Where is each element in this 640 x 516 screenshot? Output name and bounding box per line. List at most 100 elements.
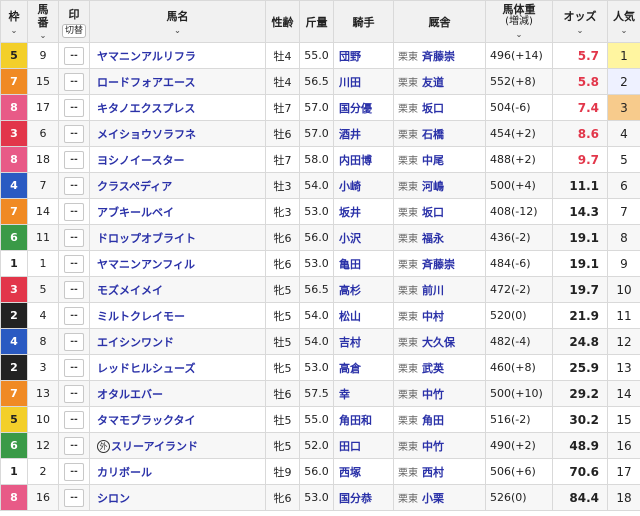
mark-button[interactable]: -- (64, 332, 84, 351)
horse-name[interactable]: メイショウソラフネ (97, 128, 196, 141)
trainer-link[interactable]: 中竹 (422, 440, 444, 453)
horse-name-link[interactable]: ヤマニンアンフィル (89, 250, 266, 277)
trainer-link[interactable]: 中村 (422, 310, 444, 323)
jockey-link[interactable]: 高杉 (333, 276, 394, 303)
horse-name-link[interactable]: ヤマニンアルリフラ (89, 42, 266, 69)
horse-name[interactable]: タマモブラックタイ (97, 414, 196, 427)
horse-name[interactable]: オタルエバー (97, 388, 163, 401)
horse-name-link[interactable]: キタノエクスプレス (89, 94, 266, 121)
horse-name-link[interactable]: ヨシノイースター (89, 146, 266, 173)
header-body-weight[interactable]: 馬体重 (増減) ⌄ (485, 0, 553, 43)
mark-button[interactable]: -- (64, 488, 84, 507)
mark-button[interactable]: -- (64, 176, 84, 195)
horse-name[interactable]: モズメイメイ (97, 284, 163, 297)
jockey-link[interactable]: 小沢 (333, 224, 394, 251)
horse-name[interactable]: シロン (97, 492, 130, 505)
trainer-link[interactable]: 坂口 (422, 102, 444, 115)
horse-name-link[interactable]: モズメイメイ (89, 276, 266, 303)
jockey-link[interactable]: 川田 (333, 68, 394, 95)
horse-name-link[interactable]: シロン (89, 484, 266, 511)
trainer-link[interactable]: 前川 (422, 284, 444, 297)
jockey-link[interactable]: 国分恭 (333, 484, 394, 511)
horse-name-link[interactable]: オタルエバー (89, 380, 266, 407)
horse-name[interactable]: ドロップオブライト (97, 232, 196, 245)
horse-name[interactable]: ミルトクレイモー (97, 310, 185, 323)
jockey-link[interactable]: 内田博 (333, 146, 394, 173)
jockey-link[interactable]: 田口 (333, 432, 394, 459)
trainer-link[interactable]: 小栗 (422, 492, 444, 505)
horse-name-link[interactable]: エイシンワンド (89, 328, 266, 355)
jockey-link[interactable]: 吉村 (333, 328, 394, 355)
horse-name-link[interactable]: クラスペディア (89, 172, 266, 199)
mark-button[interactable]: -- (64, 306, 84, 325)
mark-button[interactable]: -- (64, 436, 84, 455)
chevron-down-icon[interactable]: ⌄ (554, 26, 607, 36)
trainer-link[interactable]: 河嶋 (422, 180, 444, 193)
jockey-link[interactable]: 高倉 (333, 354, 394, 381)
jockey-link[interactable]: 松山 (333, 302, 394, 329)
chevron-down-icon[interactable]: ⌄ (487, 30, 552, 40)
horse-name-link[interactable]: タマモブラックタイ (89, 406, 266, 433)
horse-name-link[interactable]: 外スリーアイランド (89, 432, 266, 459)
mark-button[interactable]: -- (64, 98, 84, 117)
mark-button[interactable]: -- (64, 254, 84, 273)
horse-name-link[interactable]: ドロップオブライト (89, 224, 266, 251)
header-horse-name[interactable]: 馬名 ⌄ (89, 0, 266, 43)
trainer-link[interactable]: 石橋 (422, 128, 444, 141)
mark-button[interactable]: -- (64, 410, 84, 429)
trainer-link[interactable]: 福永 (422, 232, 444, 245)
trainer-link[interactable]: 友道 (422, 76, 444, 89)
mark-button[interactable]: -- (64, 280, 84, 299)
mark-button[interactable]: -- (64, 228, 84, 247)
jockey-link[interactable]: 小崎 (333, 172, 394, 199)
header-odds[interactable]: オッズ ⌄ (552, 0, 608, 43)
horse-name-link[interactable]: メイショウソラフネ (89, 120, 266, 147)
chevron-down-icon[interactable]: ⌄ (91, 26, 265, 36)
mark-button[interactable]: -- (64, 72, 84, 91)
jockey-link[interactable]: 坂井 (333, 198, 394, 225)
horse-name[interactable]: カリボール (97, 466, 152, 479)
horse-name-link[interactable]: ミルトクレイモー (89, 302, 266, 329)
header-umaban[interactable]: 馬番 ⌄ (27, 0, 59, 43)
jockey-link[interactable]: 団野 (333, 42, 394, 69)
trainer-link[interactable]: 斉藤崇 (422, 50, 455, 63)
mark-button[interactable]: -- (64, 462, 84, 481)
trainer-link[interactable]: 坂口 (422, 206, 444, 219)
jockey-link[interactable]: 角田和 (333, 406, 394, 433)
chevron-down-icon[interactable]: ⌄ (2, 26, 27, 36)
horse-name[interactable]: レッドヒルシューズ (97, 362, 195, 375)
trainer-link[interactable]: 中尾 (422, 154, 444, 167)
jockey-link[interactable]: 国分優 (333, 94, 394, 121)
horse-name[interactable]: ヤマニンアンフィル (97, 258, 195, 271)
horse-name-link[interactable]: カリボール (89, 458, 266, 485)
trainer-link[interactable]: 大久保 (422, 336, 455, 349)
trainer-link[interactable]: 斉藤崇 (422, 258, 455, 271)
chevron-down-icon[interactable]: ⌄ (609, 26, 640, 36)
horse-name-link[interactable]: ロードフォアエース (89, 68, 266, 95)
mark-button[interactable]: -- (64, 358, 84, 377)
horse-name-link[interactable]: アブキールベイ (89, 198, 266, 225)
horse-name[interactable]: スリーアイランド (111, 440, 198, 453)
horse-name[interactable]: ロードフォアエース (97, 76, 195, 89)
horse-name[interactable]: クラスペディア (97, 180, 172, 193)
header-popularity[interactable]: 人気 ⌄ (607, 0, 640, 43)
trainer-link[interactable]: 武英 (422, 362, 444, 375)
trainer-link[interactable]: 角田 (422, 414, 444, 427)
horse-name-link[interactable]: レッドヒルシューズ (89, 354, 266, 381)
mark-button[interactable]: -- (64, 150, 84, 169)
mark-button[interactable]: -- (64, 384, 84, 403)
jockey-link[interactable]: 西塚 (333, 458, 394, 485)
mark-button[interactable]: -- (64, 124, 84, 143)
horse-name[interactable]: キタノエクスプレス (97, 102, 195, 115)
mark-button[interactable]: -- (64, 202, 84, 221)
mark-toggle-button[interactable]: 切替 (61, 23, 86, 38)
jockey-link[interactable]: 亀田 (333, 250, 394, 277)
chevron-down-icon[interactable]: ⌄ (29, 31, 58, 41)
horse-name[interactable]: ヤマニンアルリフラ (97, 50, 196, 63)
jockey-link[interactable]: 酒井 (333, 120, 394, 147)
jockey-link[interactable]: 幸 (333, 380, 394, 407)
horse-name[interactable]: アブキールベイ (97, 206, 174, 219)
header-waku[interactable]: 枠 ⌄ (0, 0, 28, 43)
mark-button[interactable]: -- (64, 46, 84, 65)
trainer-link[interactable]: 中竹 (422, 388, 444, 401)
